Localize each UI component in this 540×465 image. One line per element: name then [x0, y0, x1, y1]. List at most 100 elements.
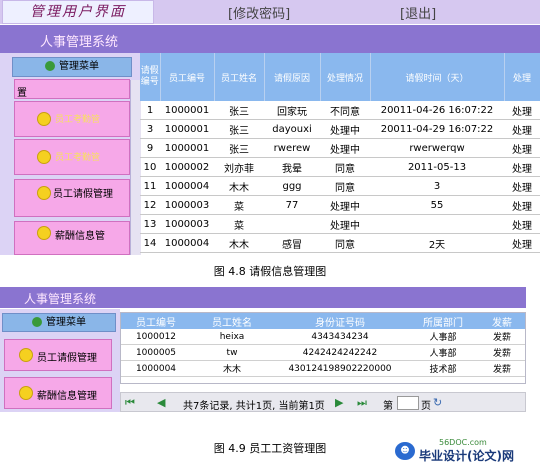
table-row: 12 1000003 菜 77 处理中 55 处理 — [140, 195, 540, 215]
table-row: 1000005 tw 4242424242242 人事部 发薪 — [121, 344, 525, 361]
table-row: 1000004 木木 430124198902220000 技术部 发薪 — [121, 360, 525, 377]
cell: 14 — [140, 233, 160, 253]
cell: 木木 — [191, 360, 273, 377]
sidebar-item-label: 员工考勤管 — [55, 153, 101, 163]
column-header: 请假原因 — [264, 53, 321, 101]
menu-header: 管理菜单 — [2, 313, 116, 332]
page-suffix: 页 — [421, 401, 431, 412]
system-title-bar: 人事管理系统 — [0, 287, 526, 308]
cell: 2011-05-13 — [370, 157, 504, 177]
sidebar-item-salary[interactable]: 薪酬信息管 — [14, 221, 130, 255]
cell: 1000004 — [160, 176, 214, 196]
brand-url: 56DOC.com — [439, 438, 487, 447]
page-label: 第 — [383, 401, 393, 412]
system-title-bar: 人事管理系统 — [0, 25, 540, 53]
column-header: 身份证号码 — [273, 313, 407, 329]
process-link[interactable]: 处理 — [504, 101, 540, 120]
column-header: 员工编号 — [160, 53, 215, 101]
table-row: 9 1000001 张三 rwerew 处理中 rwerwerqw 处理 — [140, 138, 540, 158]
figure-caption: 图 4.8 请假信息管理图 — [213, 265, 327, 278]
process-link[interactable]: 处理 — [504, 138, 540, 158]
sidebar-item-label: 薪酬信息管理 — [37, 391, 97, 402]
table-row: 1000012 heixa 4343434234 人事部 发薪 — [121, 329, 525, 345]
cell: 430124198902220000 — [273, 360, 407, 377]
cell: 人事部 — [407, 329, 479, 345]
cell: ggg — [264, 176, 320, 196]
column-header: 处理 — [504, 53, 540, 101]
process-link[interactable]: 处理 — [504, 214, 540, 234]
sidebar-item-label: 置 — [17, 88, 27, 99]
sidebar-item-label: 员工请假管理 — [53, 189, 113, 200]
cell: 11 — [140, 176, 160, 196]
cell: 1000003 — [160, 214, 214, 234]
sidebar-item-settings[interactable]: 置 — [14, 79, 130, 99]
process-link[interactable]: 处理 — [504, 195, 540, 215]
sidebar-item-label: 员工请假管理 — [37, 353, 97, 364]
salary-table: 员工编号 员工姓名 身份证号码 所属部门 发薪 1000012 heixa 43… — [120, 312, 526, 384]
cell: 1000001 — [160, 119, 214, 139]
cell: 处理中 — [320, 195, 370, 215]
cell: 处理中 — [320, 214, 370, 234]
smiley-icon — [37, 112, 51, 126]
process-link[interactable]: 处理 — [504, 176, 540, 196]
prev-page-icon[interactable]: ◀ — [157, 396, 165, 409]
cell: 菜 — [214, 195, 264, 215]
cell: tw — [191, 344, 273, 361]
cell: 4343434234 — [273, 329, 407, 345]
pay-link[interactable]: 发薪 — [479, 344, 525, 361]
cell: 20011-04-29 16:07:22 — [370, 119, 504, 139]
cell: heixa — [191, 329, 273, 345]
process-link[interactable]: 处理 — [504, 233, 540, 253]
menu-header: 管理菜单 — [12, 57, 132, 77]
table-row: 11 1000004 木木 ggg 同意 3 处理 — [140, 176, 540, 196]
clover-icon — [45, 61, 55, 71]
process-link[interactable]: 处理 — [504, 119, 540, 139]
next-page-icon[interactable]: ▶ — [335, 396, 343, 409]
refresh-icon[interactable]: ↻ — [433, 396, 442, 409]
column-header: 员工姓名 — [191, 313, 273, 329]
process-link[interactable]: 处理 — [504, 157, 540, 177]
smiley-icon — [19, 386, 33, 400]
column-header: 请假时间（天） — [370, 53, 505, 101]
sidebar-item-attendance-2[interactable]: 员工考勤管 — [14, 139, 130, 175]
first-page-icon[interactable]: ⏮ — [125, 396, 135, 410]
table-header-row: 请假编号 员工编号 员工姓名 请假原因 处理情况 请假时间（天） 处理 — [140, 53, 540, 101]
cell: 2天 — [370, 233, 504, 253]
smiley-icon — [37, 150, 51, 164]
leave-table: 请假编号 员工编号 员工姓名 请假原因 处理情况 请假时间（天） 处理 1 10… — [140, 53, 540, 253]
cell: dayouxi — [264, 119, 320, 139]
column-header: 所属部门 — [407, 313, 479, 329]
sidebar: 管理菜单 员工请假管理 薪酬信息管理 — [0, 309, 120, 412]
last-page-icon[interactable]: ⏭ — [357, 396, 367, 410]
pay-link[interactable]: 发薪 — [479, 360, 525, 377]
cell: 菜 — [214, 214, 264, 234]
pager-summary: 共7条记录, 共计1页, 当前第1页 — [183, 401, 325, 412]
clover-icon — [32, 317, 42, 327]
cell: rwerew — [264, 138, 320, 158]
table-row: 13 1000003 菜 处理中 处理 — [140, 214, 540, 234]
sidebar-item-label: 员工考勤管 — [55, 115, 101, 125]
column-header: 员工编号 — [121, 313, 191, 329]
sidebar-item-leave[interactable]: 员工请假管理 — [14, 179, 130, 217]
cell: 10 — [140, 157, 160, 177]
system-title: 人事管理系统 — [24, 292, 97, 306]
cell: 1000004 — [160, 233, 214, 253]
page-number-input[interactable] — [397, 396, 419, 410]
cell: 刘亦菲 — [214, 157, 264, 177]
cell — [264, 214, 320, 234]
cell: 回家玩 — [264, 101, 320, 120]
cell: 20011-04-26 16:07:22 — [370, 101, 504, 120]
smiley-icon — [19, 348, 33, 362]
pager: ⏮ ◀ 共7条记录, 共计1页, 当前第1页 ▶ ⏭ 第 页 ↻ — [120, 392, 526, 412]
cell: 同意 — [320, 233, 370, 253]
sidebar-item-attendance-1[interactable]: 员工考勤管 — [14, 101, 130, 137]
change-password-link[interactable]: [修改密码] — [228, 3, 290, 22]
pay-link[interactable]: 发薪 — [479, 329, 525, 345]
sidebar-item-salary[interactable]: 薪酬信息管理 — [4, 377, 112, 409]
cell: 55 — [370, 195, 504, 215]
logout-link[interactable]: [退出] — [400, 3, 436, 22]
leave-management-screenshot: 管理用户界面 [修改密码] [退出] 人事管理系统 管理菜单 置 员工考勤管 员… — [0, 0, 540, 255]
sidebar-item-leave[interactable]: 员工请假管理 — [4, 339, 112, 371]
cell: 木木 — [214, 176, 264, 196]
cell: 处理中 — [320, 138, 370, 158]
